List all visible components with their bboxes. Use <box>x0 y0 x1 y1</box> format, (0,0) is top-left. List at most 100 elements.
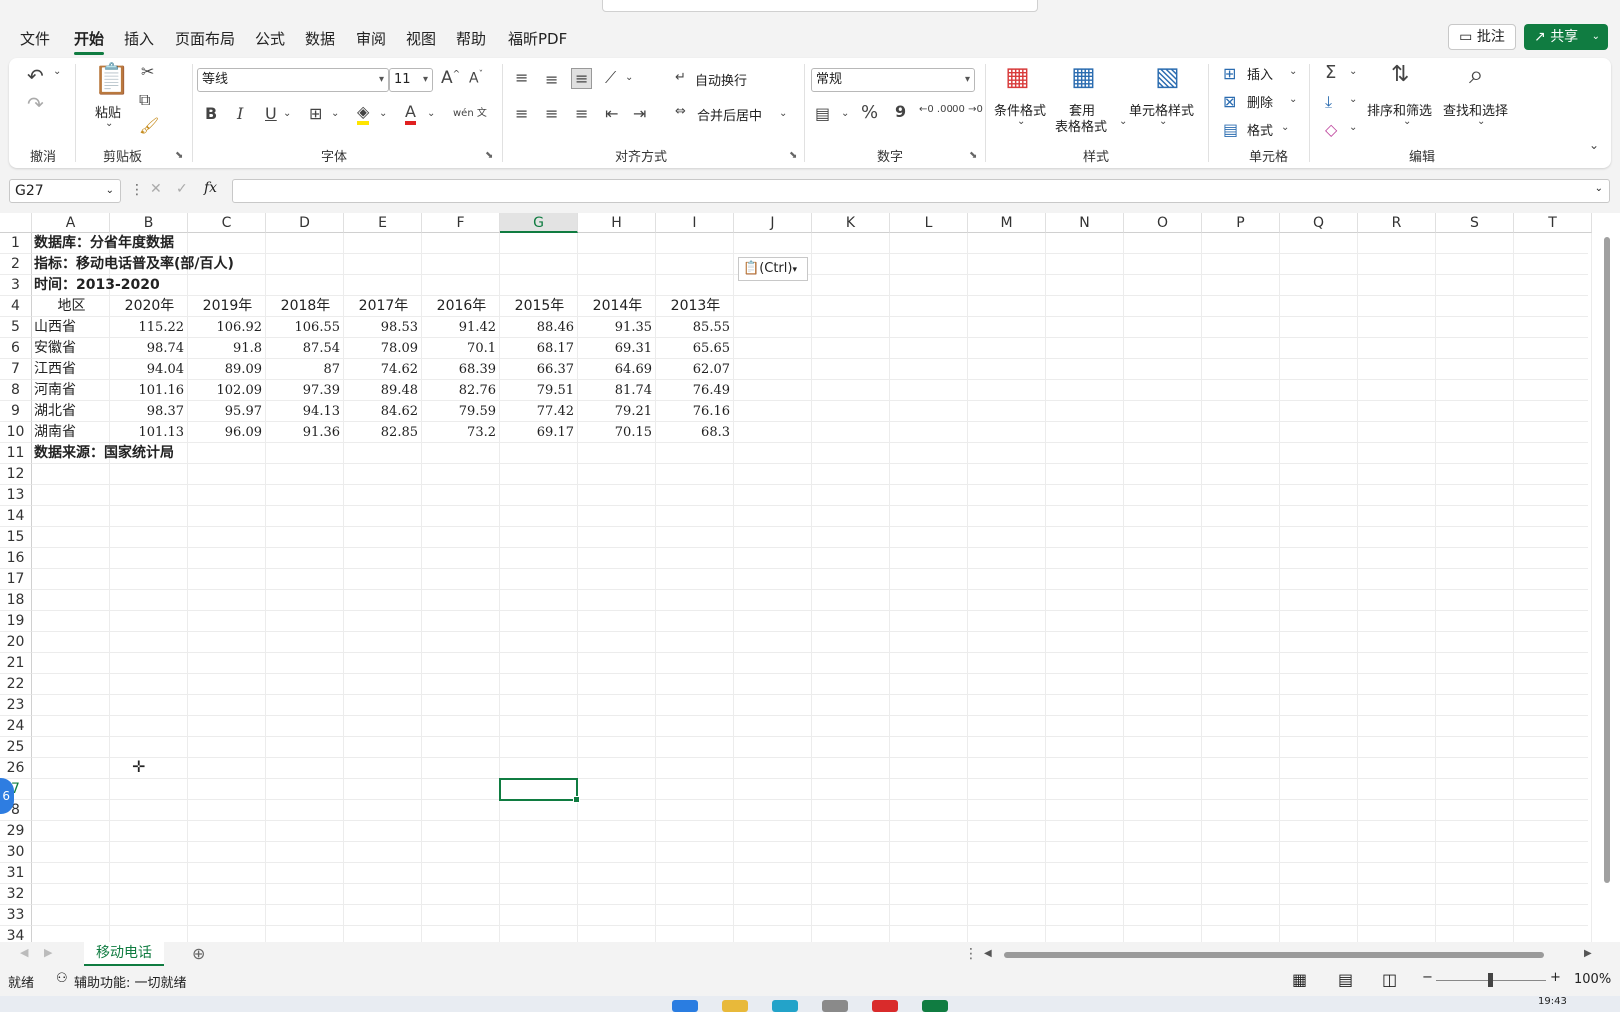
chevron-down-icon[interactable]: ⌄ <box>1349 66 1357 77</box>
table-cell[interactable]: 81.74 <box>580 380 655 401</box>
comment-button[interactable]: ▭ 批注 <box>1448 24 1516 50</box>
share-button[interactable]: ↗ 共享 ⌄ <box>1524 24 1608 50</box>
chevron-down-icon[interactable]: ⌄ <box>53 66 61 77</box>
app-icon[interactable] <box>872 1000 898 1012</box>
dialog-launcher-icon[interactable]: ⬊ <box>789 150 797 161</box>
collapse-ribbon-icon[interactable]: ⌄ <box>1589 138 1599 152</box>
cell-styles-icon[interactable]: ▧ <box>1155 62 1180 92</box>
tab-review[interactable]: 审阅 <box>356 28 386 49</box>
table-cell[interactable]: 湖南省 <box>34 422 109 443</box>
tab-home[interactable]: 开始 <box>74 28 105 55</box>
delete-cells-icon[interactable]: ⊠ <box>1223 92 1236 111</box>
copy-icon[interactable]: ⧉ <box>139 90 150 110</box>
more-icon[interactable]: ⋮ <box>130 182 144 198</box>
tab-foxit-pdf[interactable]: 福昕PDF <box>508 28 567 49</box>
excel-icon[interactable] <box>922 1000 948 1012</box>
font-name-select[interactable]: 等线 ▾ <box>197 68 389 92</box>
increase-font-icon[interactable]: A^ <box>441 68 460 88</box>
more-icon[interactable]: ⋮ <box>964 946 978 962</box>
chevron-down-icon[interactable]: ⌄ <box>379 108 387 119</box>
worksheet-grid[interactable]: A B C D E F G H I J K L M N O P Q R S T 1 2 3 4 5 6 7 8 9 10 11 12 13 14 1… <box>0 213 1620 948</box>
row-header[interactable]: 1 <box>0 233 32 254</box>
insert-cells-icon[interactable]: ⊞ <box>1223 64 1236 83</box>
table-cell[interactable]: 2017年 <box>346 296 421 317</box>
number-format-select[interactable]: 常规 ▾ <box>811 68 975 92</box>
table-cell[interactable]: 82.85 <box>346 422 421 443</box>
dialog-launcher-icon[interactable]: ⬊ <box>175 150 183 161</box>
normal-view-icon[interactable]: ▦ <box>1292 970 1307 989</box>
table-cell[interactable]: 91.8 <box>190 338 265 359</box>
row-header[interactable]: 3 <box>0 275 32 296</box>
format-cells-button[interactable]: 格式 <box>1247 120 1273 139</box>
sort-filter-icon[interactable]: ⇅ <box>1391 62 1409 87</box>
row-header[interactable]: 6 <box>0 338 32 359</box>
clear-icon[interactable]: ◇ <box>1325 120 1337 139</box>
row-header[interactable]: 4 <box>0 296 32 317</box>
increase-decimal-button[interactable]: ←0 .00 <box>919 104 953 115</box>
comma-style-button[interactable]: 9 <box>895 102 906 121</box>
tab-formulas[interactable]: 公式 <box>255 28 285 49</box>
chevron-down-icon[interactable]: ⌄ <box>1289 66 1297 77</box>
column-header-l[interactable]: L <box>890 213 968 233</box>
table-cell[interactable]: 湖北省 <box>34 401 109 422</box>
row-header[interactable]: 20 <box>0 632 32 653</box>
start-icon[interactable] <box>672 1000 698 1012</box>
chevron-down-icon[interactable]: ⌄ <box>283 108 291 119</box>
table-cell[interactable]: 65.65 <box>658 338 733 359</box>
table-cell[interactable]: 82.76 <box>424 380 499 401</box>
table-cell[interactable]: 97.39 <box>268 380 343 401</box>
row-header[interactable]: 16 <box>0 548 32 569</box>
browser-icon[interactable] <box>772 1000 798 1012</box>
paste-options-button[interactable]: 📋(Ctrl)▾ <box>738 257 808 281</box>
increase-indent-icon[interactable]: ⇥ <box>633 104 646 123</box>
redo-icon[interactable]: ↷ <box>27 92 44 116</box>
cut-icon[interactable]: ✂ <box>141 62 154 81</box>
row-header[interactable]: 23 <box>0 695 32 716</box>
tab-data[interactable]: 数据 <box>305 28 335 49</box>
table-cell[interactable]: 时间：2013-2020 <box>34 275 160 296</box>
table-cell[interactable]: 2020年 <box>112 296 187 317</box>
format-as-table-icon[interactable]: ▦ <box>1071 62 1096 92</box>
table-cell[interactable]: 89.09 <box>190 359 265 380</box>
format-painter-icon[interactable]: 🖌 <box>139 116 159 135</box>
table-cell[interactable]: 91.35 <box>580 317 655 338</box>
table-cell[interactable]: 76.49 <box>658 380 733 401</box>
zoom-level[interactable]: 100% <box>1574 972 1611 987</box>
table-cell[interactable]: 2013年 <box>658 296 733 317</box>
table-cell[interactable]: 87 <box>268 359 343 380</box>
table-cell[interactable]: 数据库：分省年度数据 <box>34 233 174 254</box>
table-cell[interactable]: 74.62 <box>346 359 421 380</box>
vertical-scrollbar[interactable] <box>1602 223 1612 923</box>
table-cell[interactable]: 98.74 <box>112 338 187 359</box>
table-cell[interactable]: 指标：移动电话普及率(部/百人) <box>34 254 234 275</box>
table-cell[interactable]: 89.48 <box>346 380 421 401</box>
chevron-down-icon[interactable]: ⌄ <box>105 118 113 129</box>
table-cell[interactable]: 江西省 <box>34 359 109 380</box>
chevron-down-icon[interactable]: ⌄ <box>1289 94 1297 105</box>
insert-cells-button[interactable]: 插入 <box>1247 64 1273 83</box>
row-header[interactable]: 14 <box>0 506 32 527</box>
row-header[interactable]: 11 <box>0 443 32 464</box>
table-cell[interactable]: 河南省 <box>34 380 109 401</box>
scrollbar-thumb[interactable] <box>1004 952 1544 958</box>
table-cell[interactable]: 94.04 <box>112 359 187 380</box>
fill-icon[interactable]: ⤓ <box>1325 92 1332 112</box>
column-header-h[interactable]: H <box>578 213 656 233</box>
row-header[interactable]: 19 <box>0 611 32 632</box>
table-cell[interactable]: 91.36 <box>268 422 343 443</box>
table-cell[interactable]: 68.17 <box>502 338 577 359</box>
select-all-corner[interactable] <box>0 213 32 233</box>
table-cell[interactable]: 68.39 <box>424 359 499 380</box>
row-header[interactable]: 12 <box>0 464 32 485</box>
row-header[interactable]: 29 <box>0 821 32 842</box>
tab-file[interactable]: 文件 <box>20 28 50 49</box>
table-cell[interactable]: 101.16 <box>112 380 187 401</box>
row-header[interactable]: 32 <box>0 884 32 905</box>
conditional-format-icon[interactable]: ▦ <box>1005 62 1030 92</box>
paste-icon[interactable]: 📋 <box>93 62 130 97</box>
table-cell[interactable]: 70.1 <box>424 338 499 359</box>
row-header[interactable]: 8 <box>0 380 32 401</box>
decrease-font-icon[interactable]: Aˇ <box>469 70 483 87</box>
column-header-i[interactable]: I <box>656 213 734 233</box>
italic-button[interactable]: I <box>237 104 243 123</box>
